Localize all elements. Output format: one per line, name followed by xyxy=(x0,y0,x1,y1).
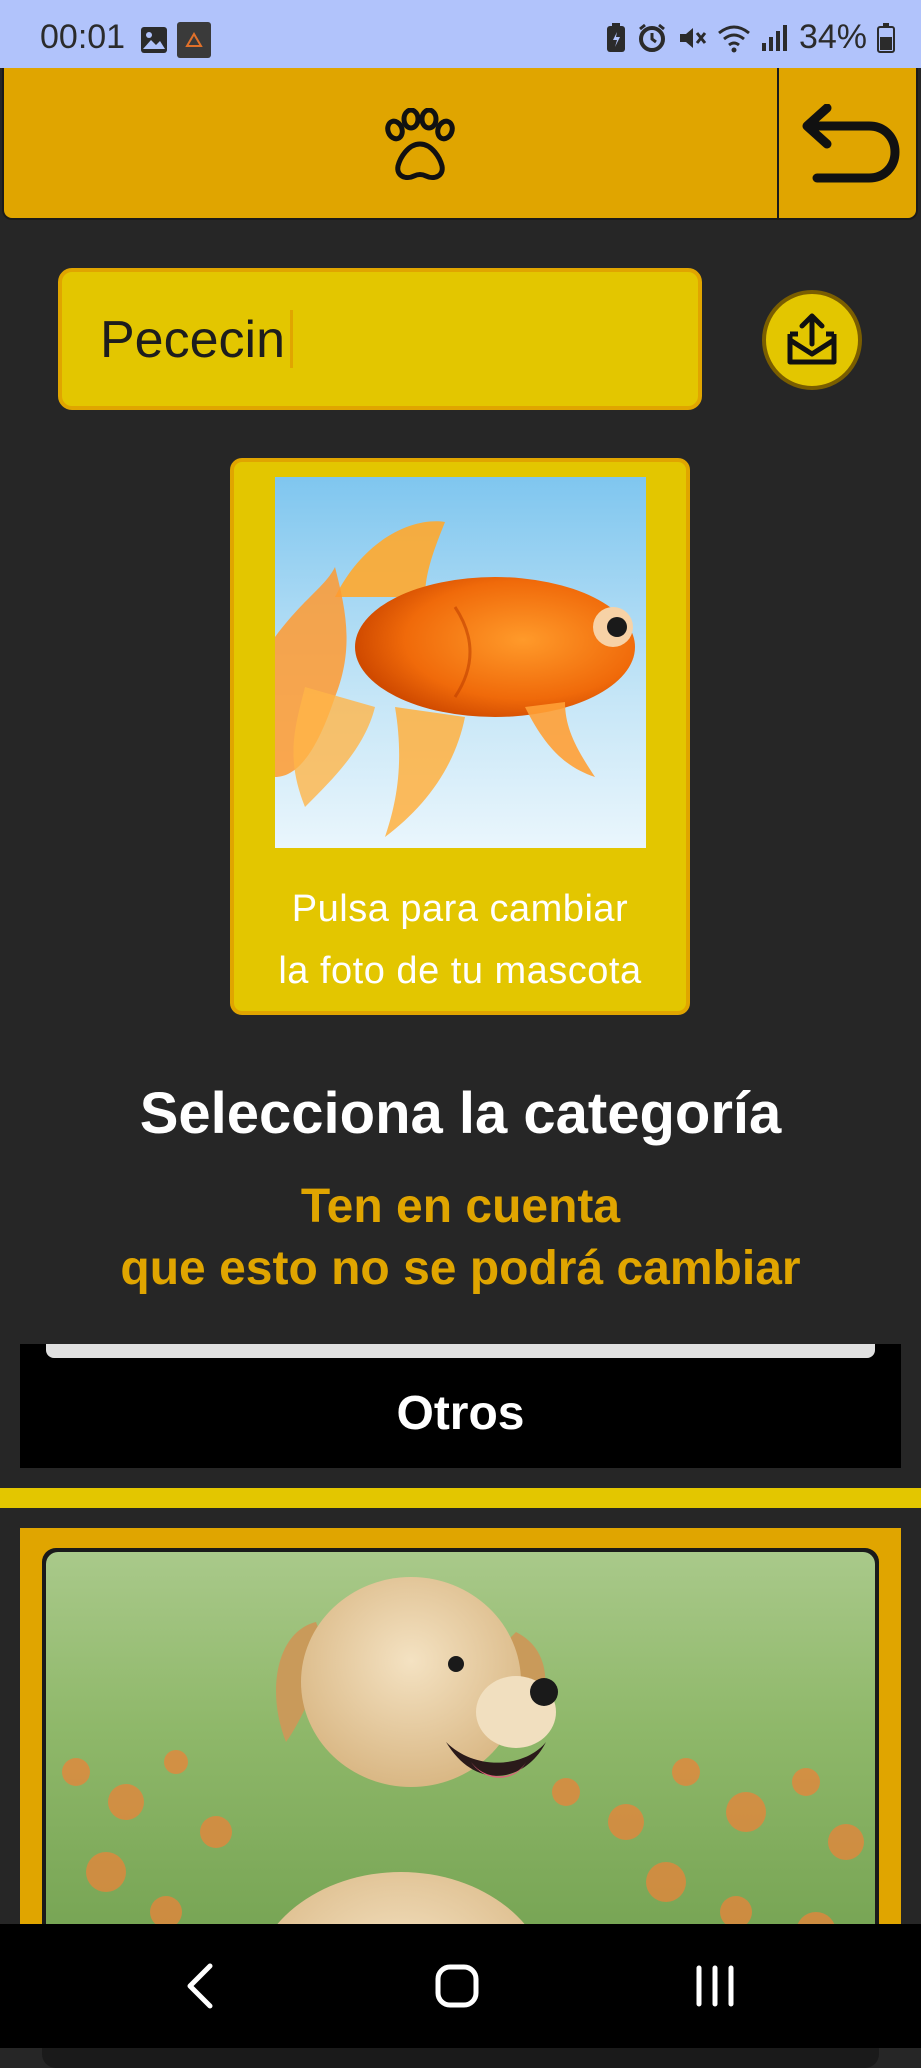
category-warning-line2: que esto no se podrá cambiar xyxy=(120,1242,801,1295)
status-icons: 34% xyxy=(605,18,895,57)
nav-back-icon xyxy=(187,1963,213,2009)
wifi-icon xyxy=(718,25,750,52)
pet-photo-goldfish[interactable] xyxy=(275,477,646,848)
photo-caption: Pulsa para cambiar la foto de tu mascota xyxy=(234,878,686,1002)
nav-recents-button[interactable] xyxy=(655,1924,775,2048)
battery-icon xyxy=(877,22,895,53)
category-warning-line1: Ten en cuenta xyxy=(300,1180,621,1233)
photo-caption-line1: Pulsa para cambiar xyxy=(291,888,629,930)
alarm-icon xyxy=(638,23,665,52)
mute-icon xyxy=(679,27,707,48)
back-arrow-icon xyxy=(802,104,900,183)
selected-category-label[interactable]: Otros xyxy=(20,1386,901,1441)
category-warning: Ten en cuenta que esto no se podrá cambi… xyxy=(0,1176,921,1300)
nav-recents-icon xyxy=(696,1965,734,2007)
battery-percent: 34% xyxy=(798,18,867,56)
category-title: Selecciona la categoría xyxy=(139,1081,782,1146)
back-button[interactable] xyxy=(779,68,917,218)
upload-button[interactable] xyxy=(762,290,862,390)
text-caret xyxy=(290,310,293,368)
pet-name-field[interactable] xyxy=(58,268,702,410)
divider-stripe xyxy=(0,1488,921,1508)
battery-saver-icon xyxy=(606,22,625,52)
nav-back-button[interactable] xyxy=(140,1924,260,2048)
nav-home-button[interactable] xyxy=(397,1924,517,2048)
category-scroll-indicator xyxy=(46,1344,875,1358)
app-notification-icon xyxy=(177,22,211,58)
status-time: 00:01 xyxy=(40,18,126,56)
paw-icon xyxy=(378,107,462,184)
upload-mail-icon xyxy=(787,313,837,365)
photo-caption-line2: la foto de tu mascota xyxy=(278,950,642,992)
gallery-icon xyxy=(140,26,168,54)
pet-name-input[interactable] xyxy=(98,272,662,408)
signal-icon xyxy=(761,24,787,51)
nav-home-icon xyxy=(435,1964,479,2008)
